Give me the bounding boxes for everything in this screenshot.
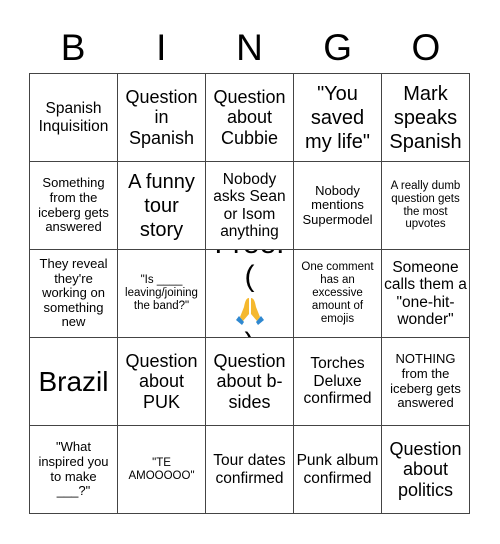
- close-paren: ): [214, 327, 284, 337]
- open-paren: (: [244, 259, 255, 293]
- cell-text: Torches Deluxe confirmed: [303, 355, 372, 408]
- bingo-cell[interactable]: Something from the iceberg gets answered: [30, 162, 118, 250]
- bingo-cell[interactable]: One comment has an excessive amount of e…: [294, 250, 382, 338]
- header-letter-n: N: [236, 27, 263, 68]
- free-space-cell[interactable]: Free! ( ): [206, 250, 294, 338]
- cell-text: "Is ____ leaving/joining the band?": [125, 274, 198, 312]
- bingo-cell[interactable]: "TE AMOOOOO": [118, 426, 206, 514]
- cell-text: Nobody mentions Supermodel: [302, 182, 373, 227]
- bingo-cell[interactable]: Spanish Inquisition: [30, 74, 118, 162]
- cell-text: Question about PUK: [125, 351, 198, 412]
- bingo-cell[interactable]: Question about PUK: [118, 338, 206, 426]
- cell-text: "What inspired you to make ___?": [38, 439, 109, 499]
- cell-text: Tour dates confirmed: [213, 452, 286, 487]
- bingo-cell[interactable]: A really dumb question gets the most upv…: [382, 162, 470, 250]
- bingo-board: Spanish Inquisition Question in Spanish …: [29, 73, 470, 514]
- header-letter-g: G: [323, 27, 353, 68]
- cell-text: Question about Cubbie: [213, 87, 286, 148]
- bingo-cell[interactable]: Question about b-sides: [206, 338, 294, 426]
- cell-text: "TE AMOOOOO": [128, 456, 195, 482]
- cell-text: They reveal they're working on something…: [39, 256, 108, 330]
- bingo-header: B I N G O: [29, 24, 470, 72]
- cell-text: Mark speaks Spanish: [389, 82, 462, 153]
- header-letter-i: I: [156, 27, 167, 68]
- header-letter-b: B: [60, 27, 86, 68]
- praying-hands-icon: [235, 298, 264, 326]
- bingo-cell[interactable]: Punk album confirmed: [294, 426, 382, 514]
- bingo-cell[interactable]: Question about politics: [382, 426, 470, 514]
- free-space-label: Free!: [214, 250, 284, 260]
- bingo-cell[interactable]: Mark speaks Spanish: [382, 74, 470, 162]
- cell-text: Spanish Inquisition: [38, 100, 109, 135]
- cell-text: "You saved my life": [305, 82, 370, 153]
- bingo-cell[interactable]: Nobody mentions Supermodel: [294, 162, 382, 250]
- bingo-cell[interactable]: They reveal they're working on something…: [30, 250, 118, 338]
- bingo-cell[interactable]: NOTHING from the iceberg gets answered: [382, 338, 470, 426]
- bingo-cell[interactable]: Question about Cubbie: [206, 74, 294, 162]
- bingo-cell[interactable]: Tour dates confirmed: [206, 426, 294, 514]
- bingo-cell[interactable]: Brazil: [30, 338, 118, 426]
- cell-text: Question in Spanish: [125, 87, 198, 148]
- bingo-cell[interactable]: A funny tour story: [118, 162, 206, 250]
- bingo-cell[interactable]: "Is ____ leaving/joining the band?": [118, 250, 206, 338]
- cell-text: NOTHING from the iceberg gets answered: [390, 351, 461, 411]
- cell-text: Someone calls them a "one-hit-wonder": [384, 258, 467, 328]
- bingo-cell[interactable]: Torches Deluxe confirmed: [294, 338, 382, 426]
- cell-text: Nobody asks Sean or Isom anything: [213, 170, 286, 240]
- bingo-cell[interactable]: "What inspired you to make ___?": [30, 426, 118, 514]
- cell-text: One comment has an excessive amount of e…: [301, 261, 374, 325]
- cell-text: Brazil: [38, 365, 109, 397]
- free-space-emoji-line: ( ): [214, 259, 284, 337]
- bingo-cell[interactable]: "You saved my life": [294, 74, 382, 162]
- cell-text: Punk album confirmed: [296, 452, 379, 487]
- bingo-cell[interactable]: Question in Spanish: [118, 74, 206, 162]
- cell-text: Question about politics: [389, 439, 462, 500]
- cell-text: A really dumb question gets the most upv…: [390, 179, 461, 231]
- cell-text: Something from the iceberg gets answered: [38, 175, 109, 235]
- cell-text: A funny tour story: [128, 170, 195, 241]
- bingo-cell[interactable]: Nobody asks Sean or Isom anything: [206, 162, 294, 250]
- cell-text: Question about b-sides: [213, 351, 286, 412]
- header-letter-o: O: [411, 27, 441, 68]
- bingo-cell[interactable]: Someone calls them a "one-hit-wonder": [382, 250, 470, 338]
